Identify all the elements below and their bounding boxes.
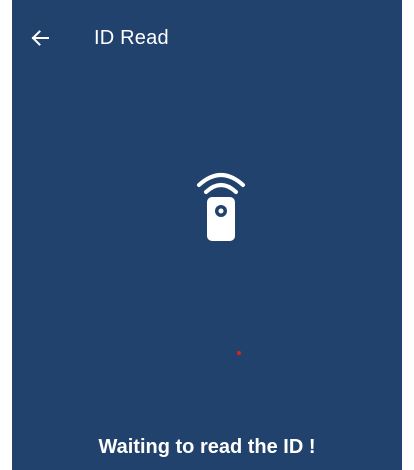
app-bar: ID Read — [12, 0, 402, 80]
indicator-dot — [237, 351, 241, 355]
back-button[interactable] — [26, 24, 54, 52]
page-title: ID Read — [94, 27, 169, 49]
nfc-reader-icon — [197, 173, 245, 241]
status-text: Waiting to read the ID ! — [98, 436, 316, 458]
id-read-screen: ID Read Waiting to read the ID ! — [12, 0, 402, 470]
arrow-left-icon — [31, 30, 49, 46]
